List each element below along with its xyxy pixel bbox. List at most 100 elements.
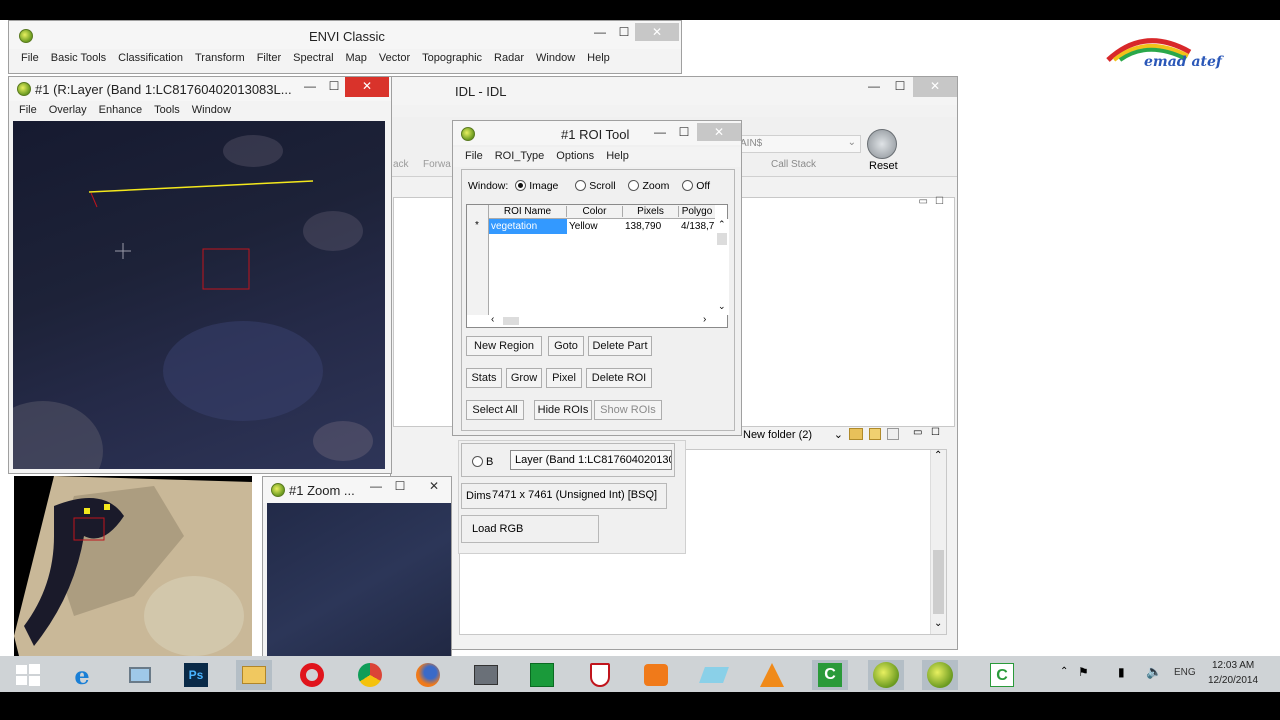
show-hidden-icons-icon[interactable]: ⌃ bbox=[1060, 666, 1068, 677]
folder-dropdown[interactable]: New folder (2) ⌄ bbox=[741, 427, 845, 445]
cell-pixels[interactable]: 138,790 bbox=[625, 221, 661, 232]
menu-classification[interactable]: Classification bbox=[112, 49, 189, 67]
b-radio[interactable]: B bbox=[472, 456, 493, 468]
roi-titlebar[interactable]: #1 ROI Tool — ☐ ✕ bbox=[453, 121, 741, 145]
menu-window[interactable]: Window bbox=[186, 101, 237, 119]
image-titlebar[interactable]: #1 (R:Layer (Band 1:LC81760402013083L...… bbox=[9, 77, 391, 101]
envi-titlebar[interactable]: ENVI Classic — ☐ ✕ bbox=[9, 21, 681, 49]
main-dropdown[interactable]: AIN$ ⌄ bbox=[737, 135, 861, 153]
radio-scroll[interactable]: Scroll bbox=[575, 180, 616, 192]
close-button[interactable]: ✕ bbox=[913, 77, 957, 97]
show-rois-button[interactable]: Show ROIs bbox=[594, 400, 662, 420]
table-vscrollbar[interactable]: ⌃ ⌄ bbox=[715, 219, 729, 315]
new-region-button[interactable]: New Region bbox=[466, 336, 542, 356]
select-all-button[interactable]: Select All bbox=[466, 400, 524, 420]
pixel-button[interactable]: Pixel bbox=[546, 368, 582, 388]
menu-file[interactable]: File bbox=[453, 147, 489, 165]
menu-options[interactable]: Options bbox=[550, 147, 600, 165]
calculator-app-icon[interactable] bbox=[524, 660, 560, 690]
scroll-left-icon[interactable]: ‹ bbox=[491, 314, 494, 325]
vlc-icon[interactable] bbox=[754, 660, 790, 690]
menu-window[interactable]: Window bbox=[530, 49, 581, 67]
folder-new-icon[interactable] bbox=[869, 428, 881, 440]
load-rgb-button[interactable]: Load RGB bbox=[472, 523, 523, 535]
photoshop-icon[interactable]: Ps bbox=[178, 660, 214, 690]
menu-vector[interactable]: Vector bbox=[373, 49, 416, 67]
menu-map[interactable]: Map bbox=[340, 49, 373, 67]
start-button[interactable] bbox=[10, 660, 46, 690]
camtasia-recorder-icon[interactable]: C bbox=[984, 660, 1020, 690]
panel-minimize-icon[interactable]: ▭ bbox=[913, 427, 922, 438]
menu-radar[interactable]: Radar bbox=[488, 49, 530, 67]
scroll-down-icon[interactable]: ⌄ bbox=[934, 618, 942, 629]
menu-help[interactable]: Help bbox=[581, 49, 616, 67]
menu-basic-tools[interactable]: Basic Tools bbox=[45, 49, 112, 67]
grow-button[interactable]: Grow bbox=[506, 368, 542, 388]
envi-classic-window[interactable]: ENVI Classic — ☐ ✕ File Basic Tools Classi… bbox=[8, 20, 682, 74]
goto-button[interactable]: Goto bbox=[548, 336, 584, 356]
menu-topographic[interactable]: Topographic bbox=[416, 49, 488, 67]
col-color[interactable]: Color bbox=[567, 206, 623, 217]
zoom-titlebar[interactable]: #1 Zoom ... — ☐ ✕ bbox=[263, 477, 451, 503]
file-explorer-icon[interactable] bbox=[236, 660, 272, 690]
hide-rois-button[interactable]: Hide ROIs bbox=[534, 400, 592, 420]
menu-transform[interactable]: Transform bbox=[189, 49, 251, 67]
call-stack-label[interactable]: Call Stack bbox=[771, 159, 816, 170]
volume-icon[interactable]: 🔈 bbox=[1146, 664, 1162, 680]
reset-icon[interactable] bbox=[867, 129, 897, 159]
idl-titlebar[interactable]: IDL - IDL — ☐ ✕ bbox=[391, 77, 957, 105]
radio-zoom[interactable]: Zoom bbox=[628, 180, 669, 192]
maximize-button[interactable]: ☐ bbox=[385, 477, 415, 497]
layer-field[interactable]: Layer (Band 1:LC81760402013083 bbox=[510, 450, 672, 470]
scroll-thumb[interactable] bbox=[717, 233, 727, 245]
cell-polygons[interactable]: 4/138,7 bbox=[681, 221, 715, 232]
opera-icon[interactable] bbox=[294, 660, 330, 690]
network-icon[interactable]: ▮ bbox=[1118, 665, 1125, 679]
media-player-icon[interactable] bbox=[638, 660, 674, 690]
printer-app-icon[interactable] bbox=[468, 660, 504, 690]
cell-roi-name[interactable]: vegetation bbox=[489, 219, 567, 234]
panel-maximize-icon[interactable]: ☐ bbox=[935, 196, 944, 207]
scroll-thumb[interactable] bbox=[503, 317, 519, 325]
close-button[interactable]: ✕ bbox=[419, 477, 449, 497]
maximize-button[interactable]: ☐ bbox=[885, 77, 915, 97]
satellite-image-canvas[interactable] bbox=[13, 121, 385, 469]
shield-app-icon[interactable] bbox=[582, 660, 618, 690]
envi-taskbar-icon[interactable] bbox=[868, 660, 904, 690]
menu-filter[interactable]: Filter bbox=[251, 49, 287, 67]
folder-open-icon[interactable] bbox=[849, 428, 863, 440]
available-bands-panel[interactable]: B Layer (Band 1:LC81760402013083 Dims 74… bbox=[458, 440, 686, 554]
close-button[interactable]: ✕ bbox=[345, 77, 389, 97]
stats-button[interactable]: Stats bbox=[466, 368, 502, 388]
cell-color[interactable]: Yellow bbox=[569, 221, 598, 232]
scroll-window[interactable] bbox=[14, 476, 252, 676]
scroll-up-icon[interactable]: ⌃ bbox=[934, 450, 942, 461]
table-row[interactable]: * vegetation Yellow 138,790 4/138,7 bbox=[467, 219, 715, 234]
clock-date[interactable]: 12/20/2014 bbox=[1208, 675, 1258, 686]
forward-button-label[interactable]: Forwa bbox=[423, 159, 451, 170]
menu-file[interactable]: File bbox=[9, 49, 45, 67]
menu-tools[interactable]: Tools bbox=[148, 101, 186, 119]
delete-part-button[interactable]: Delete Part bbox=[588, 336, 652, 356]
menu-roi-type[interactable]: ROI_Type bbox=[489, 147, 551, 165]
back-button-label[interactable]: ack bbox=[393, 159, 409, 170]
scroll-thumb[interactable] bbox=[933, 550, 944, 614]
folder-delete-icon[interactable] bbox=[887, 428, 899, 440]
menu-overlay[interactable]: Overlay bbox=[43, 101, 93, 119]
language-indicator[interactable]: ENG bbox=[1174, 667, 1196, 678]
delete-roi-button[interactable]: Delete ROI bbox=[586, 368, 652, 388]
menu-spectral[interactable]: Spectral bbox=[287, 49, 339, 67]
console-scrollbar[interactable]: ⌃ ⌄ bbox=[930, 450, 946, 634]
menu-enhance[interactable]: Enhance bbox=[93, 101, 148, 119]
roi-polyline[interactable] bbox=[88, 180, 314, 193]
radio-image[interactable]: Image bbox=[515, 180, 558, 192]
panel-maximize-icon[interactable]: ☐ bbox=[931, 427, 940, 438]
eraser-app-icon[interactable] bbox=[696, 660, 732, 690]
idl-taskbar-icon[interactable] bbox=[922, 660, 958, 690]
menu-help[interactable]: Help bbox=[600, 147, 635, 165]
reset-label[interactable]: Reset bbox=[869, 160, 898, 172]
scroll-up-icon[interactable]: ⌃ bbox=[718, 219, 726, 230]
col-pixels[interactable]: Pixels bbox=[623, 206, 679, 217]
radio-off[interactable]: Off bbox=[682, 180, 710, 192]
chrome-icon[interactable] bbox=[352, 660, 388, 690]
